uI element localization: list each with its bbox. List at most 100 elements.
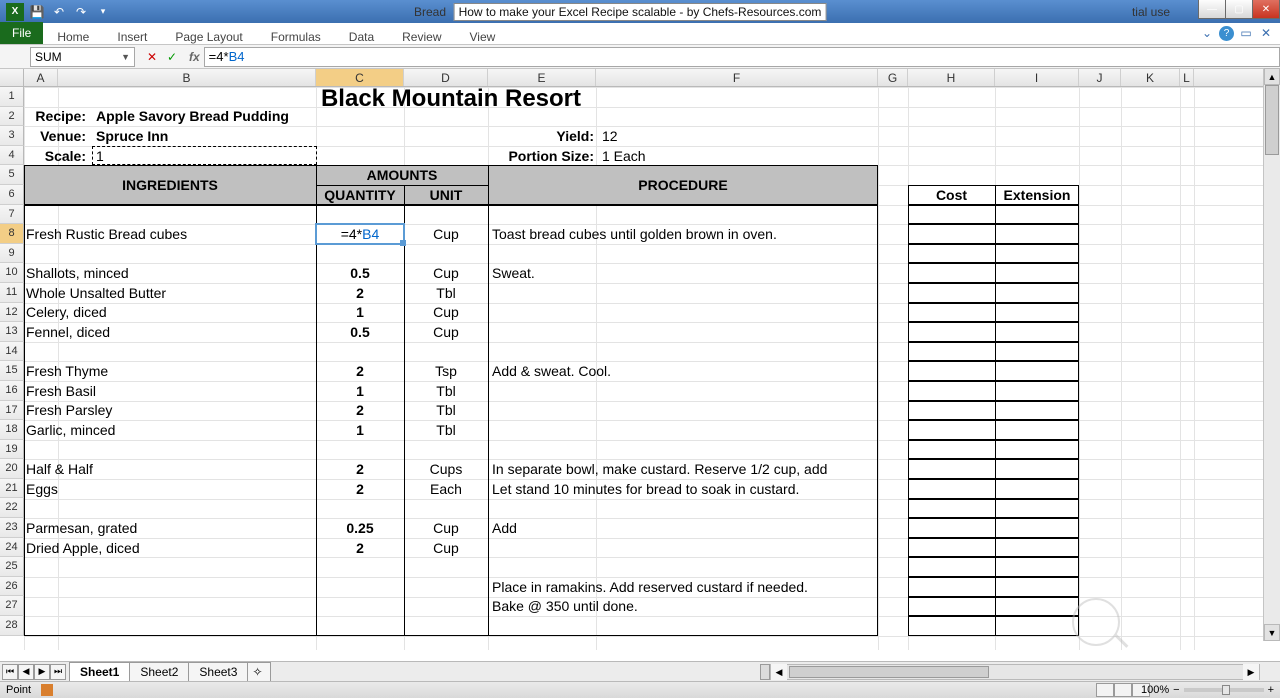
row-header-3[interactable]: 3 [0, 126, 24, 146]
ribbon-tab-formulas[interactable]: Formulas [257, 27, 335, 47]
column-header-E[interactable]: E [488, 69, 596, 86]
ribbon-minimize-icon[interactable]: ⌄ [1199, 25, 1215, 41]
hscroll-right-icon[interactable]: ▶ [1243, 664, 1259, 680]
fx-icon[interactable]: fx [189, 50, 200, 64]
row-header-12[interactable]: 12 [0, 303, 24, 323]
proc-r15: Add & sweat. Cool. [488, 361, 878, 381]
column-header-F[interactable]: F [596, 69, 878, 86]
ribbon-tab-review[interactable]: Review [388, 27, 455, 47]
proc-r10: Sweat. [488, 263, 878, 283]
column-header-L[interactable]: L [1180, 69, 1194, 86]
hscroll-thumb[interactable] [789, 666, 989, 678]
row-header-17[interactable]: 17 [0, 401, 24, 421]
hscroll-left-icon[interactable]: ◀ [771, 664, 787, 680]
editing-cell-c8[interactable]: =4*B4 [315, 223, 405, 245]
row-header-24[interactable]: 24 [0, 538, 24, 558]
ribbon-tab-view[interactable]: View [456, 27, 510, 47]
row-header-7[interactable]: 7 [0, 205, 24, 225]
row-header-11[interactable]: 11 [0, 283, 24, 303]
save-icon[interactable]: 💾 [28, 3, 46, 21]
tab-nav-last-icon[interactable]: ⏭ [50, 664, 66, 680]
column-header-G[interactable]: G [878, 69, 908, 86]
close-button[interactable]: ✕ [1252, 0, 1280, 19]
cursor-magnifier-icon [1072, 598, 1120, 646]
ribbon-tab-page-layout[interactable]: Page Layout [161, 27, 256, 47]
horizontal-scrollbar[interactable]: ◀ ▶ [770, 664, 1260, 680]
column-header-I[interactable]: I [995, 69, 1079, 86]
zoom-thumb[interactable] [1222, 685, 1230, 695]
minimize-button[interactable]: — [1198, 0, 1226, 19]
workbook-close-icon[interactable]: ✕ [1258, 25, 1274, 41]
new-sheet-button[interactable]: ✧ [247, 662, 271, 681]
window-restore-icon[interactable]: ▭ [1238, 25, 1254, 41]
row-header-5[interactable]: 5 [0, 165, 24, 185]
row-header-18[interactable]: 18 [0, 420, 24, 440]
cancel-formula-icon[interactable]: ✕ [143, 48, 161, 66]
row-header-8[interactable]: 8 [0, 224, 24, 244]
sheet-tab-sheet2[interactable]: Sheet2 [129, 662, 189, 681]
row-header-16[interactable]: 16 [0, 381, 24, 401]
row-header-21[interactable]: 21 [0, 479, 24, 499]
tab-nav-next-icon[interactable]: ▶ [34, 664, 50, 680]
row-header-28[interactable]: 28 [0, 616, 24, 636]
spreadsheet-grid[interactable]: 1234567891011121314151617181920212223242… [0, 87, 1280, 650]
row-header-26[interactable]: 26 [0, 577, 24, 597]
redo-icon[interactable]: ↷ [72, 3, 90, 21]
macro-record-icon[interactable] [41, 684, 53, 696]
row-header-25[interactable]: 25 [0, 557, 24, 577]
undo-icon[interactable]: ↶ [50, 3, 68, 21]
column-header-J[interactable]: J [1079, 69, 1121, 86]
row-header-23[interactable]: 23 [0, 518, 24, 538]
row-header-1[interactable]: 1 [0, 87, 24, 107]
cost-row-v-12 [995, 303, 996, 323]
zoom-out-button[interactable]: − [1173, 684, 1179, 696]
tab-nav-prev-icon[interactable]: ◀ [18, 664, 34, 680]
row-header-9[interactable]: 9 [0, 244, 24, 264]
column-header-B[interactable]: B [58, 69, 316, 86]
page-layout-view-button[interactable] [1114, 683, 1132, 697]
row-header-6[interactable]: 6 [0, 185, 24, 205]
ribbon-tab-insert[interactable]: Insert [103, 27, 161, 47]
zoom-slider[interactable] [1184, 688, 1264, 692]
column-header-A[interactable]: A [24, 69, 58, 86]
vscroll-thumb[interactable] [1265, 85, 1279, 155]
select-all-corner[interactable] [0, 69, 24, 86]
row-header-20[interactable]: 20 [0, 459, 24, 479]
row-header-15[interactable]: 15 [0, 361, 24, 381]
maximize-button[interactable]: ▢ [1225, 0, 1253, 19]
row-header-19[interactable]: 19 [0, 440, 24, 460]
row-header-4[interactable]: 4 [0, 146, 24, 166]
scroll-down-icon[interactable]: ▼ [1264, 624, 1280, 641]
qat-customize-icon[interactable]: ▾ [94, 3, 112, 21]
column-header-K[interactable]: K [1121, 69, 1180, 86]
vertical-scrollbar[interactable]: ▲ ▼ [1263, 68, 1280, 641]
name-box[interactable]: SUM ▼ [30, 47, 135, 67]
fill-handle[interactable] [400, 240, 406, 246]
ribbon-tab-data[interactable]: Data [335, 27, 388, 47]
zoom-in-button[interactable]: + [1268, 684, 1274, 696]
cost-row-v-23 [995, 518, 996, 538]
sheet-tab-sheet1[interactable]: Sheet1 [69, 662, 130, 681]
column-header-H[interactable]: H [908, 69, 995, 86]
scroll-up-icon[interactable]: ▲ [1264, 68, 1280, 85]
column-header-C[interactable]: C [316, 69, 404, 86]
ribbon-tab-home[interactable]: Home [43, 27, 103, 47]
row-header-27[interactable]: 27 [0, 596, 24, 616]
sheet-tab-sheet3[interactable]: Sheet3 [188, 662, 248, 681]
accept-formula-icon[interactable]: ✓ [163, 48, 181, 66]
file-tab[interactable]: File [0, 22, 43, 44]
formula-input[interactable]: =4*B4 [204, 47, 1280, 67]
cost-row-14 [908, 342, 1079, 362]
tab-nav-first-icon[interactable]: ⏮ [2, 664, 18, 680]
help-icon[interactable]: ? [1219, 26, 1234, 41]
tab-split-handle[interactable] [760, 664, 770, 680]
column-header-D[interactable]: D [404, 69, 488, 86]
row-header-13[interactable]: 13 [0, 322, 24, 342]
normal-view-button[interactable] [1096, 683, 1114, 697]
cost-row-v-7 [995, 205, 996, 225]
row-header-22[interactable]: 22 [0, 498, 24, 518]
name-box-dropdown-icon[interactable]: ▼ [121, 52, 130, 62]
row-header-10[interactable]: 10 [0, 263, 24, 283]
row-header-14[interactable]: 14 [0, 342, 24, 362]
row-header-2[interactable]: 2 [0, 107, 24, 127]
